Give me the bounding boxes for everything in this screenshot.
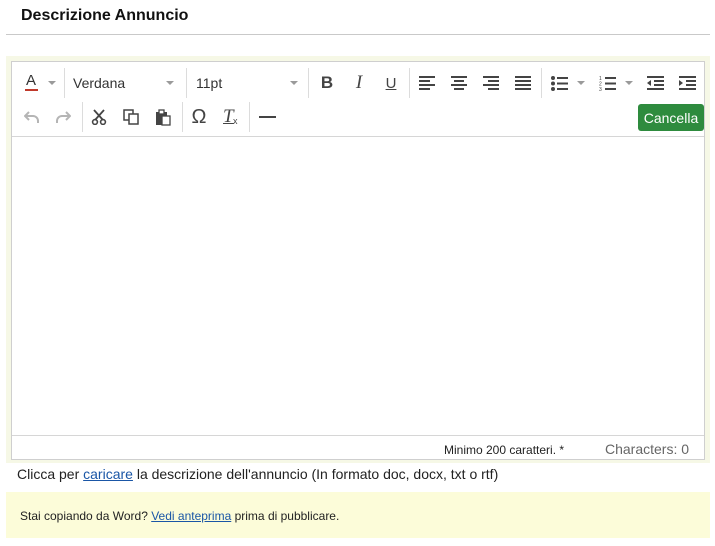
font-size-select[interactable]: 11pt: [187, 68, 307, 98]
paste-icon: [156, 108, 171, 126]
chevron-down-icon[interactable]: [48, 81, 56, 85]
chevron-down-icon[interactable]: [577, 81, 585, 85]
page-title: Descrizione Annuncio: [21, 7, 189, 24]
editor-content-area[interactable]: [12, 137, 704, 434]
text-color-button[interactable]: A: [18, 68, 44, 96]
outdent-icon: [646, 76, 664, 90]
align-left-icon: [419, 76, 435, 90]
bullet-list-icon: [550, 75, 568, 91]
horizontal-rule-button[interactable]: [254, 102, 280, 132]
indent-button[interactable]: [674, 68, 700, 98]
redo-icon: [55, 111, 71, 123]
title-divider: [6, 34, 710, 35]
upload-link[interactable]: caricare: [83, 466, 133, 482]
font-size-value: 11pt: [196, 75, 223, 91]
redo-button[interactable]: [50, 102, 76, 132]
outdent-button[interactable]: [642, 68, 668, 98]
align-justify-button[interactable]: [510, 68, 536, 98]
editor-statusbar: Minimo 200 caratteri. * Characters: 0: [12, 435, 704, 460]
word-paste-text: Stai copiando da Word? Vedi anteprima pr…: [20, 509, 340, 523]
upload-instructions: Clicca per caricare la descrizione dell'…: [17, 466, 499, 482]
text-color-icon: A: [24, 72, 38, 91]
bullet-list-button[interactable]: [546, 68, 572, 98]
editor-toolbar: A Verdana 11pt B I U 1 2 3 Ω T x Cancell…: [12, 62, 704, 137]
min-chars-note: Minimo 200 caratteri. *: [444, 443, 565, 457]
undo-icon: [23, 111, 39, 123]
underline-button[interactable]: U: [378, 68, 404, 98]
chevron-down-icon: [290, 81, 298, 85]
copy-icon: [123, 109, 139, 125]
special-char-icon: Ω: [191, 105, 207, 128]
align-left-button[interactable]: [414, 68, 440, 98]
align-justify-icon: [515, 76, 531, 90]
horizontal-rule-icon: [258, 116, 276, 118]
special-char-button[interactable]: Ω: [186, 102, 212, 132]
undo-button[interactable]: [18, 102, 44, 132]
paste-button[interactable]: [150, 102, 176, 132]
align-right-icon: [483, 76, 499, 90]
font-family-value: Verdana: [73, 75, 126, 91]
font-family-select[interactable]: Verdana: [65, 68, 185, 98]
cut-icon: [91, 109, 107, 125]
numbered-list-icon: 123: [599, 76, 616, 91]
cancel-button[interactable]: Cancella: [638, 104, 704, 131]
rich-text-editor: A Verdana 11pt B I U 1 2 3 Ω T x Cancell…: [11, 61, 705, 460]
copy-button[interactable]: [118, 102, 144, 132]
chevron-down-icon: [166, 81, 174, 85]
italic-icon: I: [355, 72, 363, 93]
numbered-list-button[interactable]: 123: [594, 68, 620, 98]
underline-icon: U: [385, 74, 397, 92]
svg-text:3: 3: [599, 87, 602, 91]
character-count: Characters: 0: [605, 441, 690, 457]
clear-format-icon: T x: [223, 106, 238, 127]
align-center-button[interactable]: [446, 68, 472, 98]
chevron-down-icon[interactable]: [625, 81, 633, 85]
italic-button[interactable]: I: [346, 68, 372, 98]
align-center-icon: [451, 76, 467, 90]
word-paste-notice: Stai copiando da Word? Vedi anteprima pr…: [6, 492, 710, 538]
align-right-button[interactable]: [478, 68, 504, 98]
bold-icon: B: [320, 73, 334, 92]
editor-frame: A Verdana 11pt B I U 1 2 3 Ω T x Cancell…: [6, 56, 710, 463]
bold-button[interactable]: B: [314, 68, 340, 98]
cut-button[interactable]: [86, 102, 112, 132]
indent-icon: [678, 76, 696, 90]
clear-format-button[interactable]: T x: [218, 102, 244, 132]
preview-link[interactable]: Vedi anteprima: [151, 509, 231, 523]
